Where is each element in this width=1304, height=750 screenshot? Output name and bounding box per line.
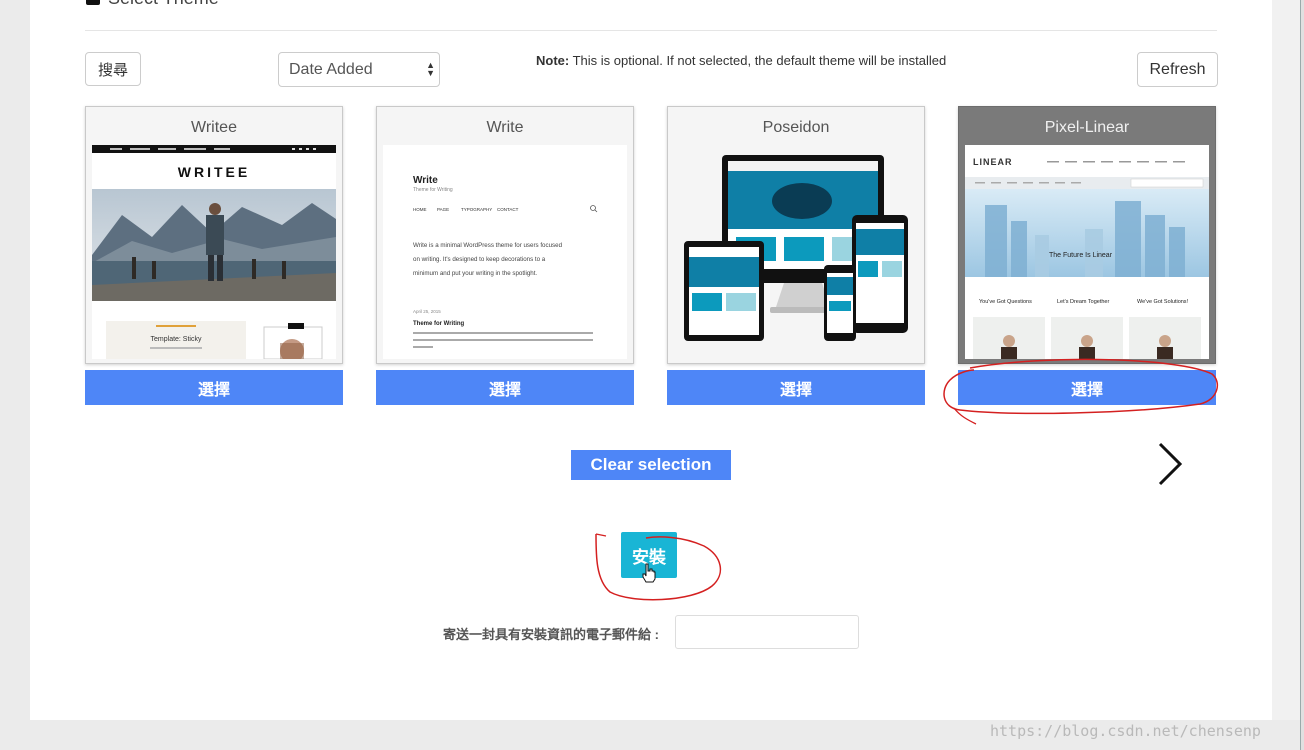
clear-selection-button[interactable]: Clear selection (571, 450, 731, 480)
linear-column-title: We've Got Solutions! (1137, 299, 1189, 305)
window-edge (1300, 0, 1304, 750)
select-arrows-icon: ▲ ▼ (426, 60, 435, 78)
sort-select[interactable]: Date Added ▲ ▼ (278, 52, 440, 87)
write-tagline: Theme for Writing (413, 187, 453, 193)
optional-note: Note: This is optional. If not selected,… (536, 53, 946, 68)
select-theme-writee-button[interactable]: 選擇 (85, 370, 343, 405)
theme-name: Poseidon (762, 119, 830, 136)
write-intro-line: on writing. It's designed to keep decora… (413, 256, 546, 263)
linear-logo: LINEAR (973, 157, 1013, 167)
write-intro-line: minimum and put your writing in the spot… (413, 270, 537, 277)
sort-select-value: Date Added (289, 60, 373, 78)
theme-name: Writee (191, 119, 237, 136)
theme-card-write[interactable]: Write Write Theme for Writing HOME PAGE … (376, 106, 634, 364)
search-button[interactable]: 搜尋 (85, 52, 141, 86)
theme-card-poseidon[interactable]: Poseidon (667, 106, 925, 364)
theme-preview-write: Write Theme for Writing HOME PAGE TYPOGR… (383, 145, 627, 359)
email-label: 寄送一封具有安裝資訊的電子郵件給 : (443, 627, 659, 642)
write-site-title: Write (413, 175, 438, 186)
theme-name: Pixel-Linear (1044, 119, 1130, 136)
write-post-title: Theme for Writing (413, 321, 465, 327)
select-theme-poseidon-button[interactable]: 選擇 (667, 370, 925, 405)
section-title: Select Theme (108, 0, 219, 9)
theme-card-writee[interactable]: Writee WRITEE Template: Sticky (85, 106, 343, 364)
checkbox-icon[interactable] (86, 0, 100, 5)
theme-name: Write (486, 119, 524, 136)
note-text: This is optional. If not selected, the d… (569, 53, 947, 68)
linear-column-title: Let's Dream Together (1057, 299, 1109, 305)
write-nav-item: HOME (413, 207, 427, 212)
chevron-right-icon[interactable] (1150, 440, 1190, 488)
section-divider (85, 30, 1217, 31)
theme-preview-writee: WRITEE Template: Sticky (92, 145, 336, 359)
section-header: Select Theme (86, 0, 219, 8)
note-label: Note: (536, 53, 570, 68)
select-theme-write-button[interactable]: 選擇 (376, 370, 634, 405)
theme-card-pixel-linear[interactable]: Pixel-Linear LINEAR The Future Is Linear… (958, 106, 1216, 364)
write-nav-item: CONTACT (497, 207, 519, 212)
refresh-button[interactable]: Refresh (1137, 52, 1218, 87)
write-nav-item: TYPOGRAPHY (461, 207, 492, 212)
hand-cursor-icon (642, 563, 656, 583)
page-scroll-gutter (1272, 0, 1300, 720)
watermark-url: https://blog.csdn.net/chensenp (990, 722, 1261, 740)
writee-caption: Template: Sticky (151, 336, 202, 343)
linear-column-title: You've Got Questions (979, 299, 1032, 305)
linear-hero-text: The Future Is Linear (1049, 252, 1113, 259)
theme-preview-pixel-linear: LINEAR The Future Is Linear You've Got Q… (965, 145, 1209, 359)
write-intro-line: Write is a minimal WordPress theme for u… (413, 242, 563, 249)
write-post-date: April 25, 2015 (413, 309, 441, 314)
email-input[interactable] (675, 615, 859, 649)
theme-preview-poseidon (674, 145, 918, 359)
select-theme-pixel-linear-button[interactable]: 選擇 (958, 370, 1216, 405)
write-nav-item: PAGE (437, 207, 449, 212)
writee-logo: WRITEE (178, 164, 250, 180)
